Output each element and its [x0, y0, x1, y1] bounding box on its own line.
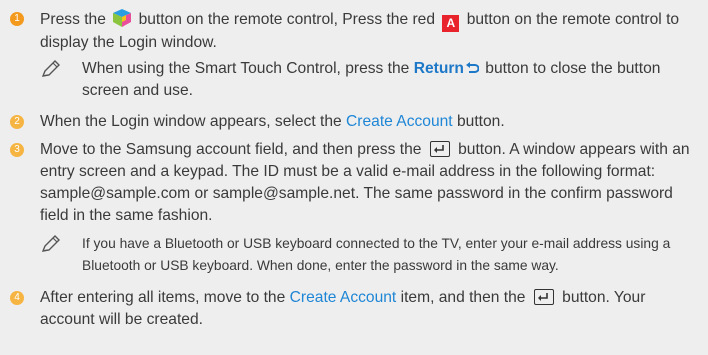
note-text: If you have a Bluetooth or USB keyboard … — [82, 236, 671, 273]
enter-key-icon — [429, 141, 450, 157]
return-label: Return — [413, 60, 464, 77]
create-account-link[interactable]: Create Account — [346, 113, 453, 130]
step-number-badge: 4 — [10, 291, 24, 305]
return-icon — [465, 62, 479, 73]
red-a-key-icon: A — [442, 15, 460, 32]
note-3: If you have a Bluetooth or USB keyboard … — [40, 233, 690, 277]
step-number-badge: 1 — [10, 12, 24, 26]
step-text: Press the button on the remote control, … — [40, 8, 690, 54]
create-account-link[interactable]: Create Account — [290, 289, 397, 306]
enter-key-icon — [533, 289, 554, 305]
step-number-badge: 2 — [10, 115, 24, 129]
note-pen-icon — [41, 235, 60, 252]
note-pen-icon — [41, 60, 60, 77]
smart-hub-icon — [113, 9, 132, 27]
step-number-badge: 3 — [10, 143, 24, 157]
note-text: When using the Smart Touch Control, pres… — [82, 60, 661, 99]
step-text: After entering all items, move to the Cr… — [40, 289, 646, 328]
note-1: When using the Smart Touch Control, pres… — [40, 58, 690, 102]
step-text: Move to the Samsung account field, and t… — [40, 141, 690, 224]
step-text: When the Login window appears, select th… — [40, 113, 505, 130]
